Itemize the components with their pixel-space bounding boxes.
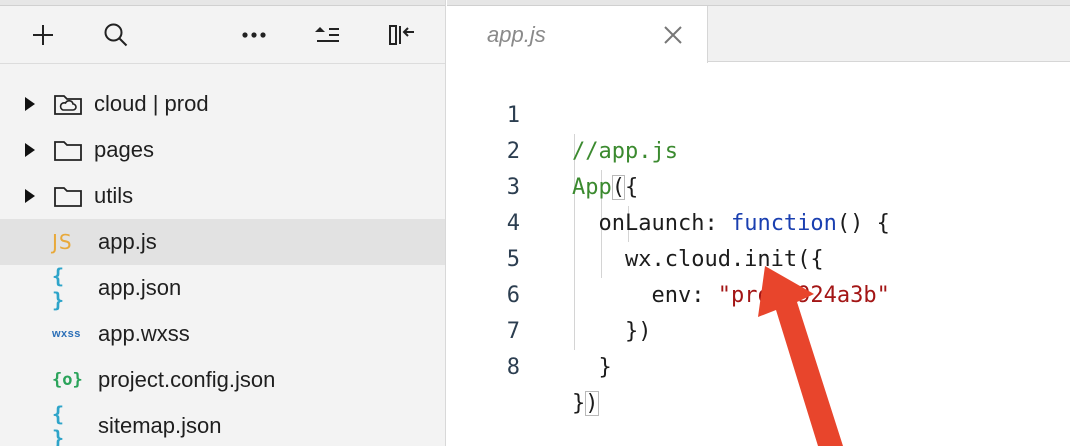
tree-file-app-wxss[interactable]: wxss app.wxss [0,311,445,357]
tab-app-js[interactable]: app.js [447,6,708,63]
tree-file-app-js[interactable]: JS app.js [0,219,445,265]
tree-file-app-json[interactable]: { } app.json [0,264,445,312]
collapse-all-icon [315,27,339,42]
line-number: 8 [506,355,520,380]
expand-caret-icon[interactable] [24,95,38,113]
code-token: } [572,391,586,416]
file-explorer: cloud | prod pages utils JS app.js { } a… [0,0,446,446]
search-icon [104,23,128,47]
folder-icon [53,184,83,214]
editor-tab-bar: app.js [447,0,1070,63]
tree-item-label: app.json [98,275,182,300]
explorer-toolbar [0,6,445,64]
wxss-file-icon: wxss [52,328,81,340]
more-dots-icon [242,32,266,38]
code-line: 7 } [447,278,1070,380]
tree-item-label: pages [94,137,154,162]
code-editor: app.js 1 //app.js 2 App({ 3 onLaunch: fu… [447,0,1070,446]
code-area[interactable]: 1 //app.js 2 App({ 3 onLaunch: function(… [447,62,1070,446]
code-line: 1 //app.js [447,62,1070,164]
close-icon[interactable] [661,23,685,47]
js-file-icon: JS [52,230,73,254]
search-button[interactable] [99,18,133,52]
config-file-icon: {o} [52,370,83,390]
tree-folder-pages[interactable]: pages [0,127,445,173]
plus-icon [33,25,53,45]
tab-label: app.js [487,22,546,47]
code-line: 4 wx.cloud.init({ [447,170,1070,272]
file-tree: cloud | prod pages utils JS app.js { } a… [0,81,445,446]
tree-file-project-config[interactable]: {o} project.config.json [0,357,445,403]
code-line: 2 App({ [447,98,1070,200]
code-line: 3 onLaunch: function() { [447,134,1070,236]
code-token: } [572,355,612,380]
tree-item-label: project.config.json [98,367,276,392]
tree-folder-utils[interactable]: utils [0,173,445,219]
expand-caret-icon[interactable] [24,141,38,159]
cloud-folder-icon [53,92,83,122]
tree-file-sitemap-json[interactable]: { } sitemap.json [0,402,445,446]
json-file-icon: { } [52,264,65,312]
matched-bracket: ) [585,391,599,416]
code-line: 8 }) [447,314,1070,416]
code-line: 6 }) [447,242,1070,344]
tree-item-label: app.wxss [98,321,190,346]
add-button[interactable] [26,18,60,52]
tree-item-label: sitemap.json [98,413,222,438]
collapse-panel-icon [389,25,414,45]
collapse-all-button[interactable] [310,18,344,52]
tree-item-label: cloud | prod [94,91,209,116]
expand-caret-icon[interactable] [24,187,38,205]
json-file-icon: { } [52,402,65,446]
toggle-panel-button[interactable] [385,18,419,52]
folder-icon [53,138,83,168]
tree-item-label: app.js [98,229,157,254]
code-line: 5 env: "prod-924a3b" [447,206,1070,308]
tree-item-label: utils [94,183,134,208]
tree-folder-cloud[interactable]: cloud | prod [0,81,445,127]
more-button[interactable] [237,18,271,52]
